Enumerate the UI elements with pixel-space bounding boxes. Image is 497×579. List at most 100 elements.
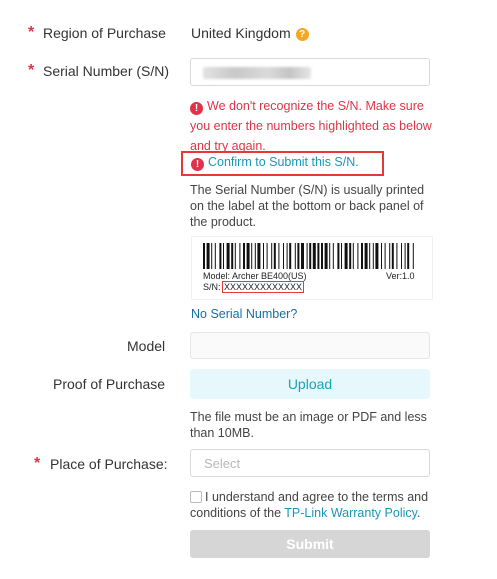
model-input[interactable] (190, 332, 430, 359)
barcode-bar (273, 243, 276, 269)
serial-label: Serial Number (S/N) (43, 63, 170, 79)
barcode-bar (384, 243, 386, 269)
barcode-graphic (203, 243, 414, 269)
model-label: Model (127, 338, 166, 354)
barcode-bar (234, 243, 236, 269)
region-value: United Kingdom (191, 25, 291, 41)
barcode-bar (404, 243, 406, 269)
hint-line: The Serial Number (S/N) is usually print… (190, 183, 425, 197)
agree-line-1: I understand and agree to the terms and (205, 490, 429, 504)
upload-button[interactable]: Upload (190, 369, 430, 399)
barcode-bar (364, 243, 368, 269)
barcode-bar (324, 243, 328, 269)
no-serial-number-link[interactable]: No Serial Number? (191, 307, 297, 321)
barcode-bar (329, 243, 331, 269)
barcode-bar (375, 243, 379, 269)
barcode-bar (297, 243, 300, 269)
barcode-bar (317, 243, 320, 269)
barcode-bar (349, 243, 352, 269)
barcode-bar (407, 243, 410, 269)
barcode-bar (344, 243, 348, 269)
agree-prefix: conditions of the (190, 506, 285, 520)
barcode-bar (332, 243, 334, 269)
barcode-bar (251, 243, 253, 269)
serial-hint: The Serial Number (S/N) is usually print… (190, 182, 424, 230)
barcode-bar (352, 243, 354, 269)
barcode-bar (239, 243, 241, 269)
barcode-bar (391, 243, 394, 269)
barcode-bar (341, 243, 342, 269)
place-label: Place of Purchase: (50, 456, 168, 472)
barcode-bar (294, 243, 296, 269)
barcode-bar (361, 243, 363, 269)
barcode-bar (219, 243, 222, 269)
barcode-bar (223, 243, 224, 269)
region-value-row: United Kingdom? (191, 25, 309, 41)
hint-line: on the label at the bottom or back panel… (190, 199, 424, 213)
barcode-bar (337, 243, 340, 269)
barcode-bar (203, 243, 205, 269)
serial-input[interactable] (190, 58, 430, 86)
agree-checkbox[interactable] (190, 491, 202, 503)
barcode-bar (226, 243, 230, 269)
proof-label: Proof of Purchase (53, 376, 166, 392)
serial-error-message: ! We don't recognize the S/N. Make sure y… (190, 96, 440, 156)
label-model-text: Model: Archer BE400(US) (203, 271, 307, 281)
serial-label-illustration: Model: Archer BE400(US) Ver:1.0 S/N: XXX… (191, 236, 433, 300)
label-sn-highlight: XXXXXXXXXXXXX (222, 281, 305, 293)
hint-line: the product. (190, 215, 257, 229)
barcode-bar (286, 243, 288, 269)
submit-button[interactable]: Submit (190, 530, 430, 558)
barcode-bar (312, 243, 316, 269)
barcode-bar (243, 243, 245, 269)
barcode-bar (357, 243, 359, 269)
barcode-bar (389, 243, 391, 269)
barcode-bar (206, 243, 210, 269)
region-label: Region of Purchase (43, 25, 166, 41)
barcode-bar (231, 243, 234, 269)
barcode-bar (254, 243, 256, 269)
error-line-2: you enter the numbers highlighted as bel… (190, 119, 432, 133)
place-select[interactable]: Select (190, 449, 430, 477)
barcode-bar (214, 243, 216, 269)
agree-text: I understand and agree to the terms and (205, 489, 428, 505)
label-sn-prefix: S/N: (203, 282, 221, 292)
place-placeholder: Select (204, 456, 241, 471)
required-asterisk: * (28, 62, 35, 79)
required-asterisk: * (34, 455, 41, 472)
barcode-bar (271, 243, 273, 269)
barcode-bar (369, 243, 371, 269)
barcode-bar (396, 243, 398, 269)
barcode-bar (412, 243, 414, 269)
barcode-bar (246, 243, 250, 269)
barcode-bar (301, 243, 304, 269)
error-icon: ! (190, 102, 203, 115)
barcode-bar (321, 243, 323, 269)
barcode-bar (309, 243, 312, 269)
barcode-bar (381, 243, 382, 269)
required-asterisk: * (28, 24, 35, 41)
label-version-text: Ver:1.0 (386, 271, 415, 281)
agree-line-2: conditions of the TP-Link Warranty Polic… (190, 505, 420, 521)
barcode-bar (372, 243, 374, 269)
agree-suffix: . (416, 506, 421, 520)
error-icon: ! (191, 158, 204, 171)
barcode-bar (211, 243, 213, 269)
barcode-bar (278, 243, 280, 269)
barcode-bar (283, 243, 284, 269)
proof-hint: The file must be an image or PDF and les… (190, 409, 427, 441)
barcode-bar (401, 243, 402, 269)
warranty-policy-link[interactable]: TP-Link Warranty Policy (284, 506, 417, 520)
barcode-bar (306, 243, 308, 269)
hint-line: than 10MB. (190, 426, 254, 440)
help-icon[interactable]: ? (295, 27, 309, 41)
confirm-row: ! Confirm to Submit this S/N. (191, 155, 359, 171)
barcode-bar (266, 243, 268, 269)
confirm-submit-sn-link[interactable]: Confirm to Submit this S/N. (208, 155, 359, 169)
hint-line: The file must be an image or PDF and les… (190, 410, 427, 424)
barcode-bar (263, 243, 264, 269)
serial-value-masked (203, 67, 311, 79)
error-line-1: We don't recognize the S/N. Make sure (207, 99, 424, 113)
barcode-bar (289, 243, 292, 269)
barcode-bar (257, 243, 261, 269)
